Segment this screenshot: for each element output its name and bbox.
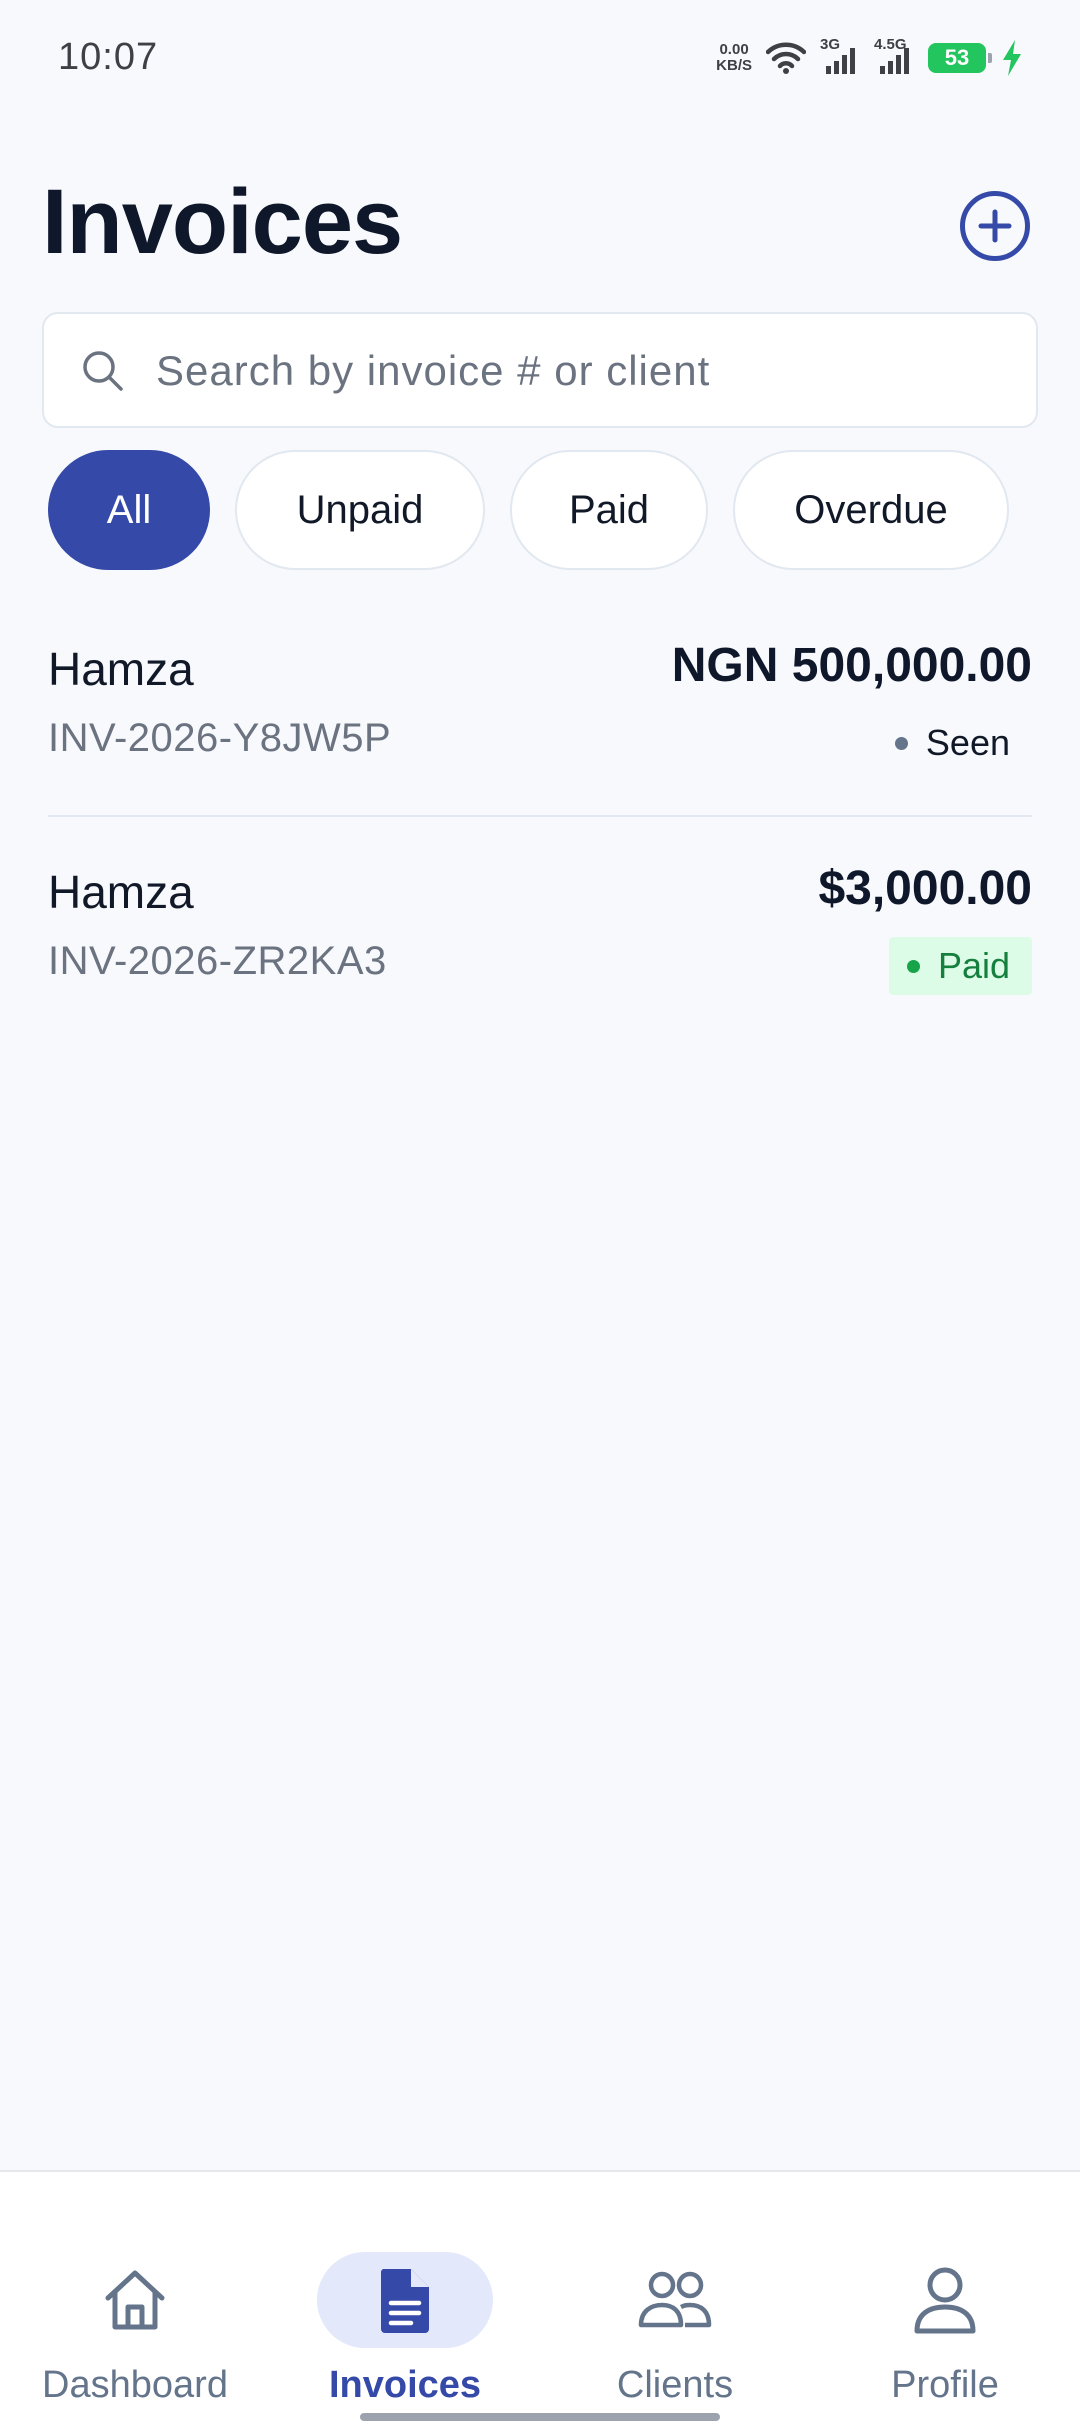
signal-bars-icon <box>880 48 909 74</box>
cellular-signal-1: 3G <box>820 36 860 76</box>
status-label: Seen <box>925 722 1010 763</box>
page-title: Invoices <box>42 171 403 273</box>
user-icon <box>914 2267 976 2334</box>
invoice-amount: $3,000.00 <box>818 862 1032 915</box>
nav-label: Profile <box>891 2364 999 2406</box>
cellular-signal-2: 4.5G <box>874 36 914 76</box>
network-speed-value: 0.00 <box>719 41 749 58</box>
nav-item-dashboard[interactable]: Dashboard <box>0 2212 270 2406</box>
invoice-amount: NGN 500,000.00 <box>671 639 1032 692</box>
nav-icon-container <box>47 2252 223 2348</box>
invoice-row[interactable]: Hamza INV-2026-ZR2KA3 $3,000.00 Paid <box>48 862 1032 1065</box>
nav-icon-container <box>587 2252 763 2348</box>
battery-icon: 53 <box>928 43 992 73</box>
status-badge: Seen <box>877 714 1032 772</box>
plus-icon <box>978 209 1012 243</box>
status-icons: 0.00 KB/S 3G 4.5G 53 <box>716 36 1024 78</box>
filter-chip-overdue[interactable]: Overdue <box>733 450 1009 570</box>
search-box[interactable] <box>42 312 1038 428</box>
filter-chip-paid[interactable]: Paid <box>510 450 708 570</box>
search-icon <box>83 351 123 391</box>
invoices-screen: 10:07 0.00 KB/S 3G 4.5G 53 Invoices Sear… <box>0 0 1080 2436</box>
add-invoice-button[interactable] <box>960 191 1030 261</box>
nav-item-clients[interactable]: Clients <box>540 2212 810 2406</box>
signal-bars-icon <box>826 48 855 74</box>
network-speed-unit: KB/S <box>716 57 752 74</box>
nav-icon-container <box>857 2252 1033 2348</box>
row-divider <box>48 815 1032 817</box>
home-icon <box>105 2270 165 2330</box>
network-speed: 0.00 KB/S <box>716 42 752 74</box>
invoice-client-name: Hamza <box>48 866 194 918</box>
nav-label: Clients <box>616 2364 734 2406</box>
nav-item-profile[interactable]: Profile <box>810 2212 1080 2406</box>
search-input[interactable] <box>156 334 1016 408</box>
invoice-number: INV-2026-Y8JW5P <box>48 716 392 760</box>
wifi-icon <box>766 42 806 74</box>
filter-chip-unpaid[interactable]: Unpaid <box>235 450 485 570</box>
status-dot-icon <box>906 959 920 973</box>
bottom-navigation: Dashboard Invoices Clients Profile <box>0 2170 1080 2436</box>
invoice-client-name: Hamza <box>48 643 194 695</box>
status-time: 10:07 <box>58 36 159 78</box>
nav-label: Invoices <box>328 2364 482 2406</box>
nav-label: Dashboard <box>42 2364 228 2406</box>
nav-item-invoices[interactable]: Invoices <box>270 2212 540 2406</box>
status-badge: Paid <box>888 937 1032 995</box>
status-label: Paid <box>937 945 1010 986</box>
filter-chip-all[interactable]: All <box>48 450 210 570</box>
charging-bolt-icon <box>1003 40 1021 76</box>
invoice-number: INV-2026-ZR2KA3 <box>48 939 387 983</box>
invoice-row[interactable]: Hamza INV-2026-Y8JW5P NGN 500,000.00 See… <box>48 639 1032 842</box>
status-bar: 10:07 0.00 KB/S 3G 4.5G 53 <box>0 0 1080 110</box>
document-icon <box>380 2269 429 2333</box>
users-icon <box>638 2271 712 2328</box>
status-dot-icon <box>894 736 908 750</box>
nav-icon-container <box>317 2252 493 2348</box>
battery-level: 53 <box>944 45 970 70</box>
home-indicator[interactable] <box>360 2413 720 2421</box>
